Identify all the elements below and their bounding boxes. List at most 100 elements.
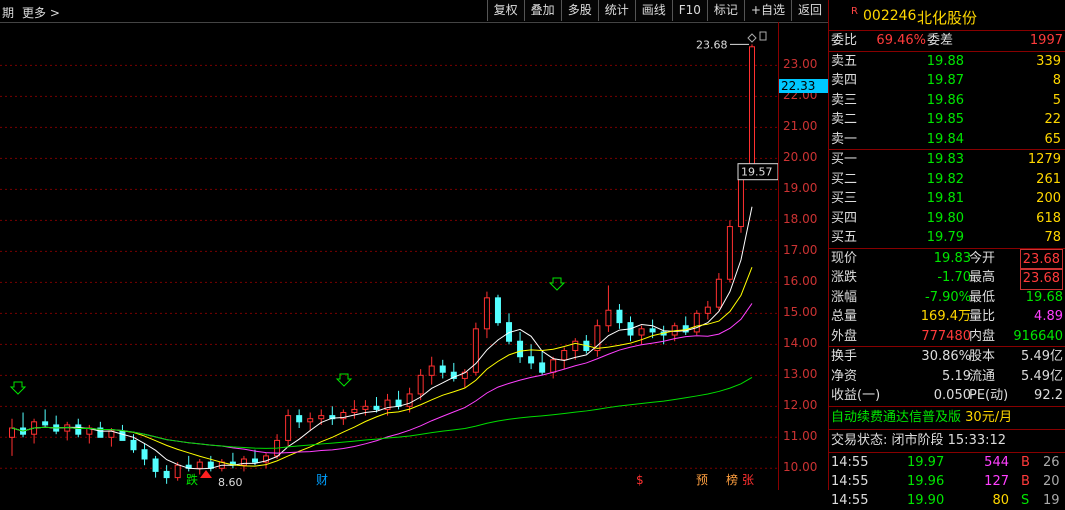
candle-body [119,430,126,441]
sell-row[interactable]: 卖二 19.85 22 [829,110,1065,130]
price-tick-label: 21.00 [783,119,818,134]
buy-row[interactable]: 买三 19.81 200 [829,189,1065,209]
chart-toolbar: 复权 叠加 多股 统计 画线 F10 标记 +自选 返回 [486,0,828,22]
candle-body [715,278,722,308]
zuigao-value: 23.68 [1019,268,1063,290]
price-tick-label: 13.00 [783,367,818,382]
toolbar-button-4[interactable]: 画线 [634,0,672,21]
candle-body [307,418,314,423]
candle-body [130,439,137,451]
zongliang-value: 169.4万 [920,309,971,324]
promo-banner[interactable]: 自动续费通达信普及版 30元/月 [829,407,1065,430]
more-menu[interactable]: 更多 > [22,4,60,21]
price-tick-label: 11.00 [783,429,818,444]
neipan-label: 内盘 [969,328,996,344]
candle-body [638,328,645,336]
toolbar-button-8[interactable]: 返回 [790,0,828,21]
candle-body [373,405,380,410]
sell-row[interactable]: 卖一 19.84 65 [829,130,1065,150]
zuidi-value: 19.68 [1025,289,1063,305]
candle-body [616,309,623,324]
tick-list[interactable]: 14:55 19.97 544 B 26 14:55 19.96 127 B 20 14:55 19.… [829,453,1065,510]
sell-price: 19.87 [926,73,964,88]
sell-price: 19.85 [926,112,964,127]
liutong-label: 流通 [969,368,996,384]
buy-row[interactable]: 买一 19.83 1279 [829,150,1065,170]
candle-body [318,415,325,420]
toolbar-button-7[interactable]: +自选 [743,0,791,21]
toolbar-button-5[interactable]: F10 [671,0,707,21]
price-tick-label: 19.00 [783,181,818,196]
candle-body [737,173,744,228]
diamond-icon [747,33,757,43]
tick-count: 19 [1043,492,1060,508]
weibi-row: 委比 69.46% 委差 1997 [829,31,1065,52]
candle-body [174,464,181,479]
quote-panel: R 002246 北化股份 委比 69.46% 委差 1997 卖五 19.88 3… [828,0,1065,508]
current-price-label: 22.33 [779,79,829,94]
buy-price: 19.83 [926,152,964,167]
sell-volume: 339 [1036,53,1061,69]
candle-body [649,328,656,333]
jinkai-label: 今开 [969,250,996,266]
weibi-value: 69.46% [876,33,926,48]
candle-body [351,408,358,414]
tick-time: 14:55 [831,454,869,470]
sell-price: 19.84 [926,131,964,147]
buy-row[interactable]: 买五 19.79 78 [829,228,1065,248]
marker-cai: 财 [316,473,328,487]
toolbar-button-2[interactable]: 多股 [560,0,598,21]
tick-price: 19.90 [907,492,945,508]
buy-price: 19.80 [926,210,964,226]
zhangfu-value: -7.90% [925,289,971,305]
buy-volume: 261 [1036,171,1061,187]
price-tick-label: 23.00 [783,57,818,72]
tick-time: 14:55 [831,473,869,489]
buy-row[interactable]: 买二 19.82 261 [829,170,1065,190]
candle-body [539,362,546,373]
candle-body [285,415,292,441]
candle-body [9,427,15,438]
candle-body [704,306,711,314]
toolbar-button-6[interactable]: 标记 [706,0,744,21]
buy-volume: 1279 [1027,152,1061,167]
buy-price: 19.82 [926,171,964,187]
sell-volume: 22 [1044,112,1061,127]
xianjia-label: 现价 [831,250,858,266]
buy-volume: 618 [1036,210,1061,226]
fundamentals-block: 换手 30.86% 股本 5.49亿 净资 5.19 流通 5.49亿 收益(一) 0.050… [829,347,1065,407]
jingzi-label: 净资 [831,368,858,384]
sell-row[interactable]: 卖五 19.88 339 [829,52,1065,72]
sell-row[interactable]: 卖四 19.87 8 [829,71,1065,91]
kline-chart-area[interactable]: 期 更多 > 复权 叠加 多股 统计 画线 F10 标记 +自选 返回 23.68 8.60 19.… [0,0,829,490]
toolbar-button-0[interactable]: 复权 [486,0,524,21]
candle-body [428,365,435,376]
tick-row: 14:55 19.96 127 B 20 [829,472,1065,491]
high-annotation: 23.68 [696,38,728,51]
shouyi-value: 0.050 [933,388,971,403]
guben-label: 股本 [969,349,996,364]
buy-price: 19.81 [926,191,964,206]
zhangdie-label: 涨跌 [831,270,858,285]
toolbar-button-3[interactable]: 统计 [597,0,635,21]
period-label[interactable]: 期 [2,4,14,21]
candle-body [550,359,557,373]
promo-price: 30元/月 [965,409,1013,425]
tick-row: 14:55 19.97 544 B 26 [829,453,1065,472]
candle-body [439,365,446,373]
liangbi-value: 4.89 [1034,309,1063,324]
quote-block: 现价 19.83 今开 23.68 涨跌 -1.70 最高 23.68 涨幅 -7.90% 最低… [829,248,1065,347]
price-tick-label: 17.00 [783,243,818,258]
buy-price: 19.79 [926,230,964,245]
candle-body [605,309,612,327]
low-triangle-icon [200,470,212,478]
buy-row[interactable]: 买四 19.80 618 [829,209,1065,229]
price-tick-label: 10.00 [783,460,818,475]
sell-row[interactable]: 卖三 19.86 5 [829,91,1065,111]
toolbar-button-1[interactable]: 叠加 [523,0,561,21]
xianjia-value: 19.83 [933,250,971,266]
liutong-value: 5.49亿 [1021,368,1063,384]
zongliang-label: 总量 [831,309,858,324]
candle-body [163,470,170,479]
candlestick-chart[interactable]: 23.68 8.60 19.57 跌 财 $ 预 榜张 [0,22,778,490]
